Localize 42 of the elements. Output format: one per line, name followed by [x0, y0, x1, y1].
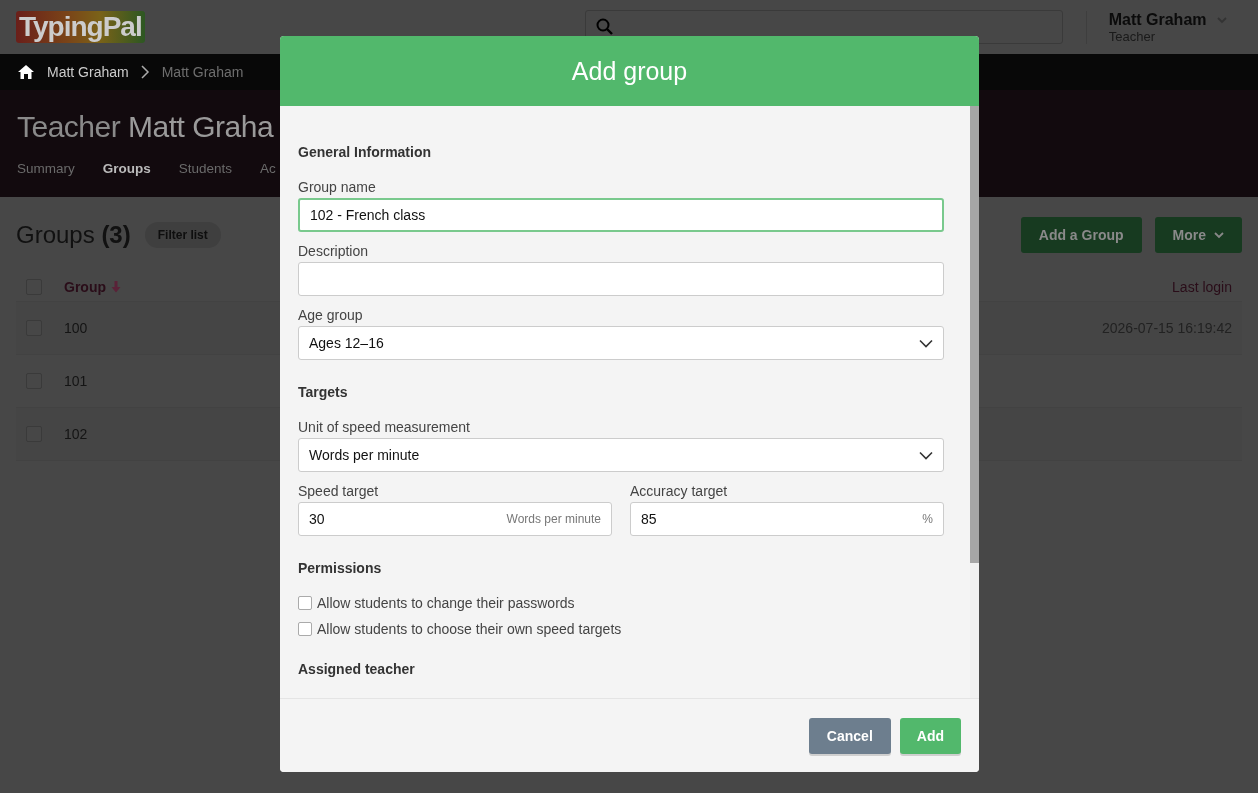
breadcrumb-link[interactable]: Matt Graham	[47, 64, 129, 80]
tab[interactable]: Groups	[102, 161, 151, 176]
search-icon	[595, 18, 614, 36]
chevron-icon	[1214, 231, 1224, 239]
tab[interactable]: Ac	[260, 161, 276, 176]
tab[interactable]: Students	[178, 161, 233, 176]
logo[interactable]: TypingPal	[16, 11, 145, 43]
field-label: Description	[298, 243, 370, 259]
toolbar-button[interactable]: Add a Group	[1020, 217, 1142, 253]
section-heading: Assigned teacher	[298, 661, 416, 677]
breadcrumb-link[interactable]: Matt Graham	[161, 64, 244, 80]
field-label: Group name	[298, 179, 377, 195]
tab[interactable]: Summary	[17, 161, 75, 176]
checkbox[interactable]	[298, 622, 312, 636]
section-heading: Targets	[298, 384, 349, 400]
field-label: Age group	[298, 307, 364, 323]
section-heading: General Information	[298, 144, 433, 160]
input-field[interactable]: 85 %	[630, 502, 944, 536]
dialog-title: Add group	[571, 56, 688, 86]
toolbar-button[interactable]: More	[1154, 217, 1242, 253]
section-heading: Permissions	[298, 560, 383, 576]
home-icon[interactable]	[17, 64, 35, 80]
chevron-icon	[140, 65, 150, 79]
dropdown[interactable]: Ages 12–16	[298, 326, 944, 360]
chevron-icon	[919, 338, 933, 348]
field-label: Speed target	[298, 483, 380, 499]
input-field[interactable]	[298, 262, 944, 296]
checkbox[interactable]	[298, 596, 312, 610]
dialog-button[interactable]: Cancel	[808, 717, 891, 754]
sort-arrow-icon[interactable]	[111, 281, 121, 293]
chevron-icon	[919, 450, 933, 460]
dropdown[interactable]: Words per minute	[298, 438, 944, 472]
checkbox-label[interactable]: Allow students to choose their own speed targets	[317, 621, 622, 637]
user-name[interactable]: Matt Graham	[1108, 10, 1207, 29]
scrollbar[interactable]	[970, 106, 979, 698]
dialog-button[interactable]: Add	[899, 717, 961, 754]
page-title: Teacher Matt Graha	[17, 110, 275, 144]
field-label: Unit of speed measurement	[298, 419, 471, 435]
checkbox-label[interactable]: Allow students to change their passwords	[317, 595, 575, 611]
input-field[interactable]: 102 - French class	[298, 198, 944, 232]
input-field[interactable]: 30 Words per minute	[298, 502, 612, 536]
field-label: Accuracy target	[630, 483, 729, 499]
